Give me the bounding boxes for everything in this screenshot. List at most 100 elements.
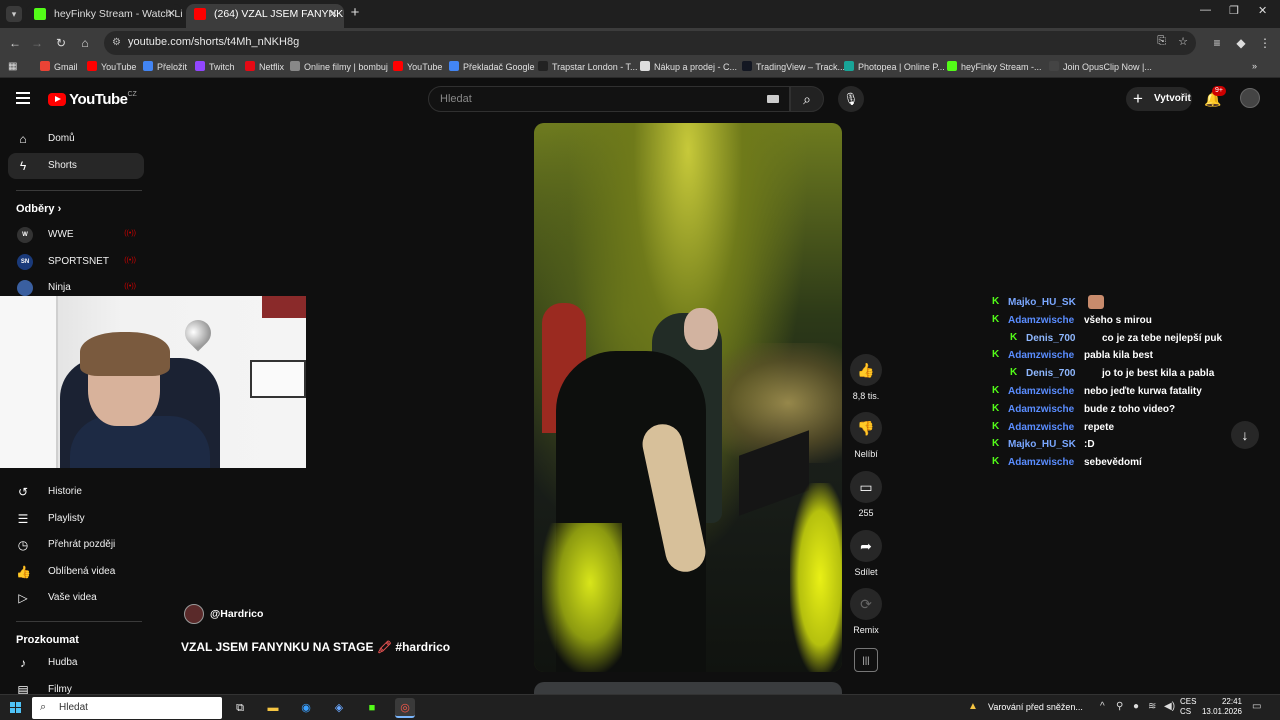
arrow-down-icon[interactable]: ↓	[1231, 421, 1259, 449]
install-app-icon[interactable]: ⎘	[1157, 35, 1166, 48]
hamburger-menu-icon[interactable]	[16, 92, 30, 104]
bookmark-item[interactable]: Trapstar London - T...	[538, 61, 638, 72]
kick-badge-icon: K	[992, 438, 1000, 450]
remix-button[interactable]: ⟳ Remix	[850, 588, 882, 635]
language-indicator[interactable]: CES CS	[1180, 697, 1196, 717]
maximize-icon[interactable]: ❐	[1229, 4, 1239, 17]
address-bar[interactable]: ⚙ youtube.com/shorts/t4Mh_nNKH8g ⎘ ☆	[104, 31, 1196, 55]
extension-icon[interactable]: ◆	[1232, 34, 1250, 52]
close-tab-icon[interactable]: ✕	[329, 4, 338, 24]
notification-center-icon[interactable]: ▭	[1252, 701, 1261, 712]
tab-heyfinky[interactable]: heyFinky Stream - Watch Live o ✕	[26, 4, 182, 28]
like-button[interactable]: 👍 8,8 tis.	[850, 354, 882, 401]
forward-icon[interactable]: →	[28, 34, 46, 52]
microphone-tray-icon[interactable]: ●	[1133, 701, 1139, 712]
bookmark-item[interactable]: Online filmy | bombuj	[290, 61, 388, 72]
sound-waveform-icon[interactable]: |||	[854, 648, 878, 672]
network-icon[interactable]: ⚲	[1116, 701, 1123, 712]
short-video-player[interactable]	[534, 123, 842, 672]
hashtag-link[interactable]: #hardrico	[395, 640, 450, 654]
minimize-icon[interactable]: —	[1200, 4, 1211, 16]
chat-username: Adamzwische	[1008, 457, 1075, 469]
sidebar-item-your-videos[interactable]: ▷ Vaše videa	[8, 585, 144, 611]
bookmark-item[interactable]: heyFinky Stream -...	[947, 61, 1042, 72]
more-bookmarks-icon[interactable]: »	[1252, 61, 1257, 71]
sidebar-item-liked-videos[interactable]: 👍 Oblíbená videa	[8, 559, 144, 585]
bookmark-item[interactable]: Nákup a prodej - C...	[640, 61, 737, 72]
subscription-sportsnet[interactable]: SN SPORTSNET ((•))	[8, 249, 144, 275]
taskbar-search-input[interactable]: ⌕ Hledat	[32, 697, 222, 719]
windows-taskbar: ⌕ Hledat ⧉ ▬ ◉ ◈ ■ ◎ ▲ Varování před sně…	[0, 694, 1280, 720]
create-button[interactable]: + Vytvořit	[1126, 87, 1192, 111]
system-clock[interactable]: 22:41 13.01.2026	[1198, 697, 1242, 717]
dislike-button[interactable]: 👎 Nelíbí	[850, 412, 882, 459]
bookmark-item[interactable]: Twitch	[195, 61, 235, 72]
close-tab-icon[interactable]: ✕	[167, 4, 176, 24]
url-text[interactable]: youtube.com/shorts/t4Mh_nNKH8g	[128, 36, 299, 48]
bookmark-item[interactable]: Photopea | Online P...	[844, 61, 945, 72]
account-avatar[interactable]	[1240, 88, 1260, 108]
home-icon[interactable]: ⌂	[76, 34, 94, 52]
stream-chat-overlay: K Majko_HU_SK K Adamzwische všeho s mirou K De…	[990, 294, 1230, 472]
sidebar-item-history[interactable]: ↺ Historie	[8, 479, 144, 505]
windows-start-icon[interactable]	[10, 702, 21, 713]
live-indicator-icon: ((•))	[124, 230, 136, 237]
reload-icon[interactable]: ↻	[52, 34, 70, 52]
comments-button[interactable]: ▭ 255	[850, 471, 882, 518]
youtube-header: YouTubeCZ Hledat ⌕ 🎙 + Vytvořit 🔔 9+	[0, 78, 1280, 120]
tab-search-button[interactable]: ▾	[6, 6, 22, 22]
store-icon[interactable]: ◈	[329, 698, 349, 718]
comment-count: 255	[858, 508, 874, 518]
tab-label: (264) VZAL JSEM FANYNKU	[214, 8, 344, 20]
bookmark-item[interactable]: Netflix	[245, 61, 284, 72]
chat-username: Majko_HU_SK	[1008, 439, 1076, 451]
tray-chevron-icon[interactable]: ^	[1100, 701, 1105, 712]
bookmark-star-icon[interactable]: ☆	[1178, 35, 1188, 48]
close-window-icon[interactable]: ✕	[1258, 4, 1267, 17]
new-tab-button[interactable]: +	[346, 4, 364, 22]
youtube-logo[interactable]: YouTubeCZ	[48, 91, 137, 108]
weather-text[interactable]: Varování před sněžen...	[988, 702, 1083, 712]
media-controls-icon[interactable]: ≡	[1208, 34, 1226, 52]
site-info-icon[interactable]: ⚙	[112, 37, 121, 48]
browser-tab-strip: ▾ heyFinky Stream - Watch Live o ✕ (264)…	[0, 0, 1280, 28]
bookmark-item[interactable]: Gmail	[40, 61, 78, 72]
subscriptions-heading[interactable]: Odběry ›	[16, 203, 61, 215]
search-button[interactable]: ⌕	[790, 86, 824, 112]
next-short-preview[interactable]	[534, 682, 842, 694]
bookmark-item[interactable]: TradingView – Track...	[742, 61, 845, 72]
search-input[interactable]: Hledat	[428, 86, 790, 112]
bookmark-item[interactable]: Join OpusClip Now |...	[1049, 61, 1152, 72]
sidebar-item-home[interactable]: ⌂ Domů	[8, 126, 144, 152]
keyboard-icon[interactable]	[767, 95, 779, 103]
microphone-icon[interactable]: 🎙	[838, 86, 864, 112]
browser-menu-icon[interactable]: ⋮	[1256, 34, 1274, 52]
comment-icon: ▭	[850, 471, 882, 503]
sidebar-item-playlists[interactable]: ☰ Playlisty	[8, 506, 144, 532]
task-view-icon[interactable]: ⧉	[230, 698, 250, 718]
edge-icon[interactable]: ◉	[296, 698, 316, 718]
channel-avatar[interactable]	[184, 604, 204, 624]
bookmark-item[interactable]: Přeložit	[143, 61, 187, 72]
channel-name[interactable]: @Hardrico	[210, 608, 263, 620]
apps-grid-icon[interactable]: ▦	[8, 61, 17, 72]
tab-youtube-short[interactable]: (264) VZAL JSEM FANYNKU ✕	[186, 4, 344, 28]
bookmark-item[interactable]: YouTube	[87, 61, 136, 72]
chrome-icon[interactable]: ◎	[395, 698, 415, 718]
bookmark-favicon-icon	[947, 61, 957, 71]
weather-warning-icon[interactable]: ▲	[968, 701, 978, 712]
bookmark-item[interactable]: Překladač Google	[449, 61, 535, 72]
sidebar-item-shorts[interactable]: ϟ Shorts	[8, 153, 144, 179]
file-explorer-icon[interactable]: ▬	[263, 698, 283, 718]
subscription-wwe[interactable]: W WWE ((•))	[8, 222, 144, 248]
volume-icon[interactable]: ◀)	[1164, 701, 1175, 712]
wifi-icon[interactable]: ≋	[1148, 701, 1156, 712]
chat-message: K Adamzwische repete	[990, 419, 1230, 437]
sidebar-item-watch-later[interactable]: ◷ Přehrát později	[8, 532, 144, 558]
bookmark-item[interactable]: YouTube	[393, 61, 442, 72]
share-button[interactable]: ➦ Sdílet	[850, 530, 882, 577]
sidebar-item-music[interactable]: ♪ Hudba	[8, 650, 144, 676]
back-icon[interactable]: ←	[6, 34, 24, 52]
notifications-bell-icon[interactable]: 🔔 9+	[1204, 86, 1226, 108]
kick-app-icon[interactable]: ■	[362, 698, 382, 718]
